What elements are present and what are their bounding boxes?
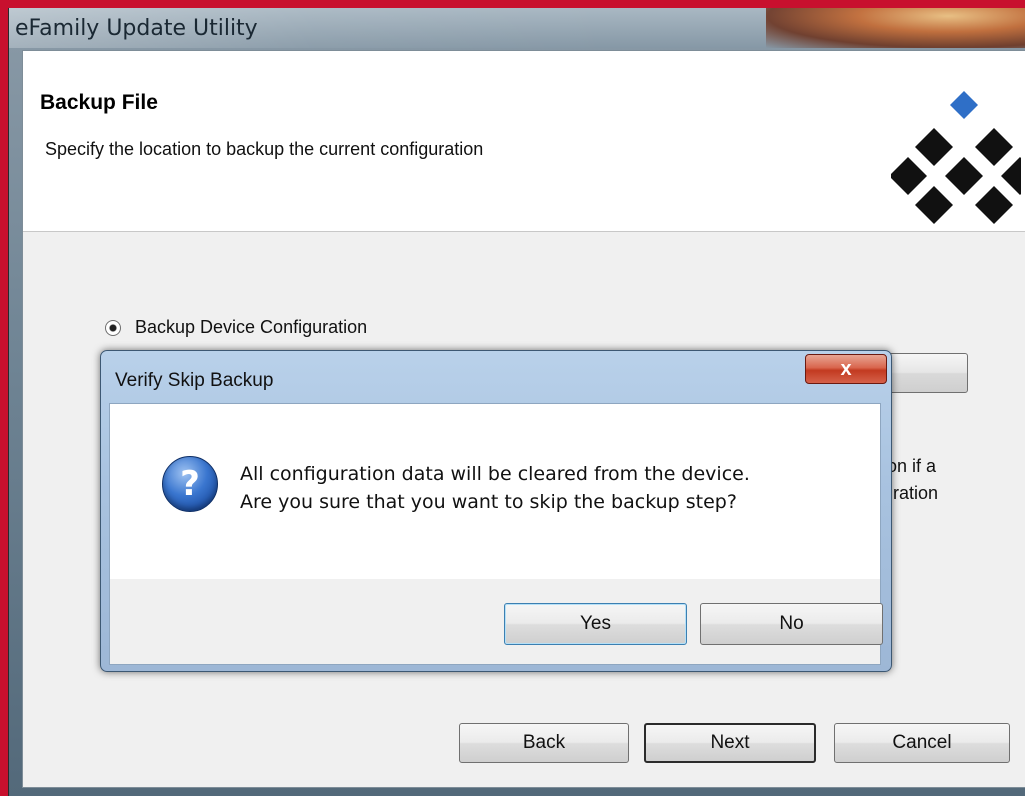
yes-button[interactable]: Yes xyxy=(504,603,687,645)
backup-device-option[interactable]: Backup Device Configuration xyxy=(105,317,367,338)
dialog-message: All configuration data will be cleared f… xyxy=(240,460,750,516)
wizard-header: Backup File Specify the location to back… xyxy=(23,51,1025,232)
backup-device-label: Backup Device Configuration xyxy=(135,317,368,337)
wizard-title: eFamily Update Utility xyxy=(15,16,258,41)
page-title: Backup File xyxy=(40,91,158,114)
cancel-button[interactable]: Cancel xyxy=(834,723,1010,763)
desktop: eFamily Update Utility Backup File Speci… xyxy=(0,0,1025,796)
wizard-titlebar[interactable]: eFamily Update Utility xyxy=(9,8,1025,48)
dialog-title: Verify Skip Backup xyxy=(115,370,274,391)
diamond-logo-icon xyxy=(891,91,1021,224)
question-icon: ? xyxy=(162,456,218,512)
titlebar-glow xyxy=(766,8,1025,48)
no-button[interactable]: No xyxy=(700,603,883,645)
page-subtitle: Specify the location to backup the curre… xyxy=(45,139,484,159)
wizard-footer: Back Next Cancel xyxy=(23,707,1025,787)
message-line-2: Are you sure that you want to skip the b… xyxy=(240,491,737,513)
back-button[interactable]: Back xyxy=(459,723,629,763)
dialog-message-area: ? All configuration data will be cleared… xyxy=(110,404,880,579)
next-button[interactable]: Next xyxy=(644,723,816,763)
dialog-body: ? All configuration data will be cleared… xyxy=(109,403,883,665)
backup-device-radio[interactable] xyxy=(105,319,121,336)
verify-skip-backup-dialog: Verify Skip Backup x ? All configuration… xyxy=(100,350,892,672)
message-line-1: All configuration data will be cleared f… xyxy=(240,463,750,485)
close-icon[interactable]: x xyxy=(805,354,887,384)
